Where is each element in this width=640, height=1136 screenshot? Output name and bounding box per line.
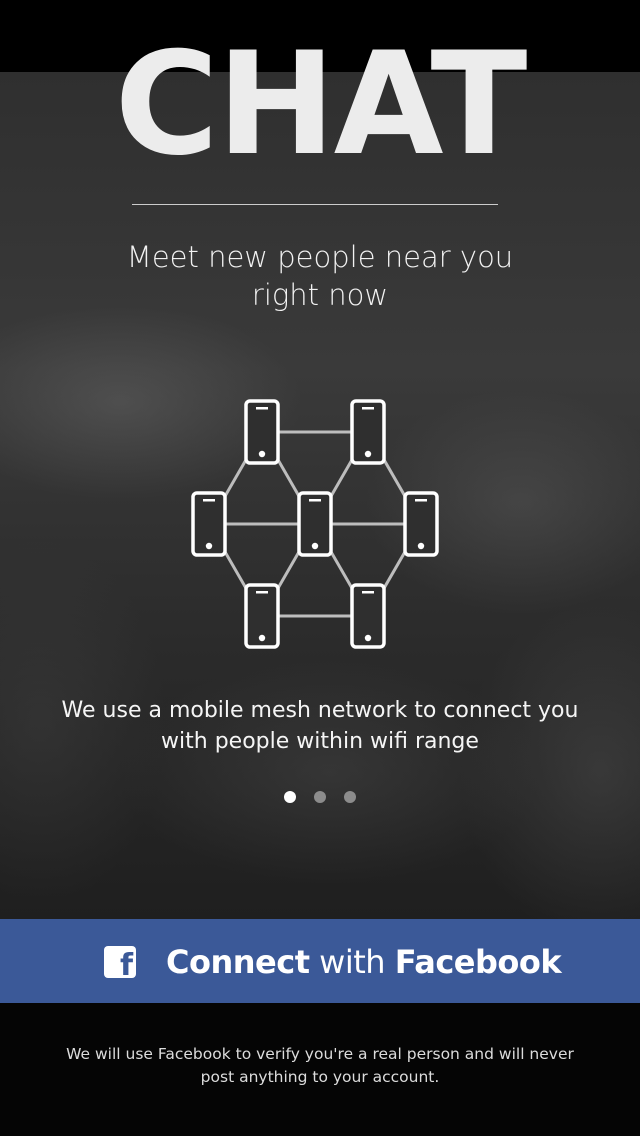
phone-icon [350, 583, 386, 649]
facebook-button-label[interactable]: Connect with Facebook [166, 940, 586, 984]
phone-icon [403, 491, 439, 557]
phone-icon [297, 491, 333, 557]
facebook-disclaimer: We will use Facebook to verify you're a … [66, 1045, 574, 1086]
tagline: Meet new people near you right now [126, 240, 514, 312]
button-label-with: with [309, 943, 395, 981]
phone-icon [191, 491, 227, 557]
title-divider [132, 204, 498, 205]
button-label-facebook: Facebook [394, 943, 562, 981]
page-dot-2[interactable] [314, 791, 326, 803]
page-dot-3[interactable] [344, 791, 356, 803]
app-title: CHAT [114, 22, 528, 187]
phone-icon [244, 583, 280, 649]
phone-icon [244, 399, 280, 465]
page-indicator[interactable] [0, 791, 640, 805]
phone-icon [350, 399, 386, 465]
button-label-connect: Connect [166, 943, 310, 981]
onboarding-description: We use a mobile mesh network to connect … [61, 698, 579, 754]
page-dot-1[interactable] [284, 791, 296, 803]
facebook-icon: f [104, 946, 136, 981]
mesh-network-icon [191, 399, 439, 649]
